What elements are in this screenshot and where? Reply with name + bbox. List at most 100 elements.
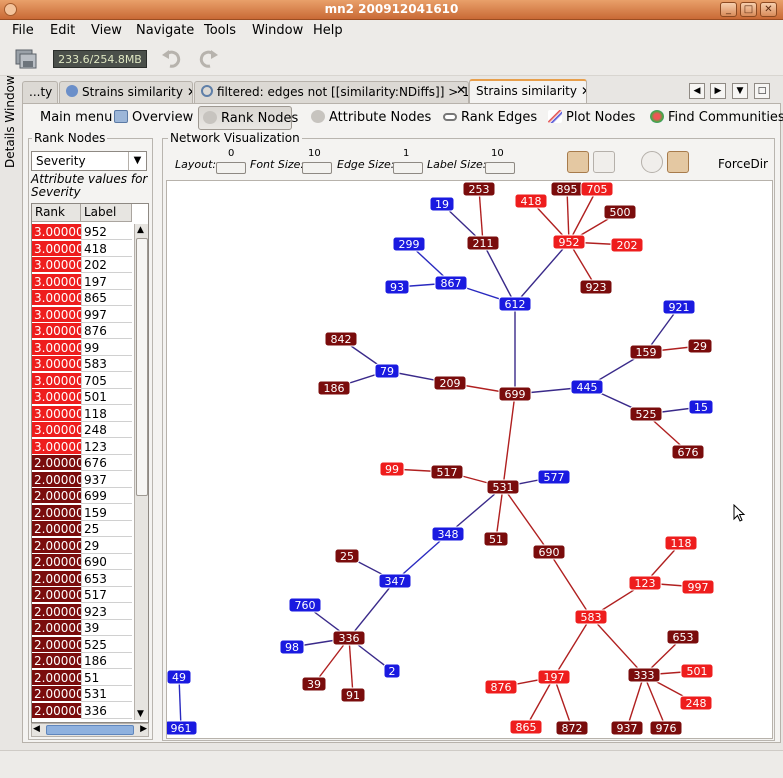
scroll-up-icon[interactable]: ▲ [137, 225, 144, 235]
table-row[interactable]: 3.00000 197 [32, 273, 132, 291]
node-895[interactable]: 895 [550, 181, 584, 197]
node-51[interactable]: 51 [483, 531, 509, 547]
edge-197-872[interactable] [553, 676, 573, 729]
menu-navigate[interactable]: Navigate [136, 23, 194, 38]
play-icon[interactable] [641, 151, 663, 173]
edge-size-slider[interactable] [393, 162, 423, 174]
table-row[interactable]: 3.00000 118 [32, 405, 132, 423]
node-299[interactable]: 299 [392, 236, 426, 252]
close-tab-icon[interactable]: ✕ [187, 85, 192, 99]
font-size-slider[interactable] [302, 162, 332, 174]
node-525[interactable]: 525 [629, 406, 663, 422]
table-row[interactable]: 2.00000 51 [32, 669, 132, 687]
node-253[interactable]: 253 [462, 181, 496, 197]
node-123[interactable]: 123 [628, 575, 662, 591]
node-952[interactable]: 952 [552, 234, 586, 250]
edge-531-51[interactable] [495, 486, 504, 540]
tabs-scroll-right-button[interactable]: ▶ [710, 83, 726, 99]
alt-view-mode-button[interactable] [593, 151, 615, 173]
scroll-left-icon[interactable]: ◀ [33, 724, 40, 734]
node-197[interactable]: 197 [537, 669, 571, 685]
table-row[interactable]: 3.00000 418 [32, 240, 132, 258]
table-row[interactable]: 3.00000 952 [32, 224, 132, 241]
table-row[interactable]: 3.00000 583 [32, 356, 132, 373]
node-921[interactable]: 921 [662, 299, 696, 315]
node-2[interactable]: 2 [383, 663, 401, 679]
table-row[interactable]: 2.00000 336 [32, 702, 132, 720]
edge-91-336[interactable] [348, 637, 354, 696]
node-347[interactable]: 347 [378, 573, 412, 589]
edge-895-952[interactable] [566, 188, 570, 243]
memory-indicator[interactable]: 233.6/254.8MB [53, 50, 147, 68]
details-window-tab[interactable]: Details Window [0, 75, 22, 180]
menu-help[interactable]: Help [313, 23, 343, 38]
node-865[interactable]: 865 [509, 719, 543, 735]
node-676[interactable]: 676 [671, 444, 705, 460]
node-577[interactable]: 577 [537, 469, 571, 485]
table-row[interactable]: 3.00000 865 [32, 290, 132, 307]
tab-maximize-button[interactable]: □ [754, 83, 770, 99]
table-row[interactable]: 2.00000 531 [32, 686, 132, 703]
table-row[interactable]: 2.00000 525 [32, 636, 132, 654]
tab-ty[interactable]: ...ty [22, 81, 58, 103]
column-header-rank[interactable]: Rank [32, 204, 81, 222]
rank-nodes-button[interactable]: Rank Nodes [198, 106, 298, 130]
node-186[interactable]: 186 [317, 380, 351, 396]
rank-edges-button[interactable]: Rank Edges [439, 106, 541, 130]
table-row[interactable]: 2.00000 159 [32, 504, 132, 522]
node-876[interactable]: 876 [484, 679, 518, 695]
attribute-nodes-button[interactable]: Attribute Nodes [307, 106, 435, 130]
network-graph[interactable]: 253 895 70519 418500211 952 20229986793 923612… [164, 181, 774, 740]
node-19[interactable]: 19 [429, 196, 455, 212]
close-tab-icon[interactable]: ✕ [581, 84, 586, 98]
edge-690-583[interactable] [548, 551, 592, 618]
edge-333-976[interactable] [643, 674, 667, 729]
rank-table[interactable]: Rank Label 3.00000 952 3.00000 418 3.00000 20… [31, 203, 149, 723]
node-348[interactable]: 348 [431, 526, 465, 542]
tabs-dropdown-button[interactable]: ▼ [732, 83, 748, 99]
scroll-right-icon[interactable]: ▶ [140, 724, 147, 734]
edge-49-961[interactable] [178, 676, 182, 729]
label-size-slider[interactable] [485, 162, 515, 174]
tabs-scroll-left-button[interactable]: ◀ [689, 83, 705, 99]
node-583[interactable]: 583 [574, 609, 608, 625]
table-row[interactable]: 3.00000 501 [32, 389, 132, 406]
table-row[interactable]: 3.00000 876 [32, 323, 132, 340]
main-menu-button[interactable]: Main menu [36, 106, 116, 130]
tab-strains-similarity-active[interactable]: Strains similarity ✕ [469, 79, 587, 103]
scroll-down-icon[interactable]: ▼ [137, 709, 144, 719]
node-517[interactable]: 517 [430, 464, 464, 480]
export-image-icon[interactable] [522, 151, 544, 173]
table-row[interactable]: 2.00000 676 [32, 455, 132, 472]
edge-333-937[interactable] [626, 674, 645, 729]
save-all-icon[interactable] [14, 48, 38, 70]
network-canvas[interactable]: 253 895 705 19 418 500 211 952 202 299 867 93 923 612… [164, 180, 774, 740]
node-25[interactable]: 25 [334, 548, 360, 564]
node-653[interactable]: 653 [666, 629, 700, 645]
node-690[interactable]: 690 [532, 544, 566, 560]
node-872[interactable]: 872 [555, 720, 589, 736]
node-15[interactable]: 15 [688, 399, 714, 415]
node-248[interactable]: 248 [679, 695, 713, 711]
node-418[interactable]: 418 [514, 193, 548, 209]
node-842[interactable]: 842 [324, 331, 358, 347]
table-row[interactable]: 3.00000 248 [32, 422, 132, 439]
node-699[interactable]: 699 [498, 386, 532, 402]
node-333[interactable]: 333 [627, 667, 661, 683]
layout-slider[interactable] [216, 162, 246, 174]
node-501[interactable]: 501 [680, 663, 714, 679]
table-row[interactable]: 3.00000 99 [32, 339, 132, 357]
node-705[interactable]: 705 [580, 181, 614, 197]
table-row[interactable]: 2.00000 29 [32, 537, 132, 555]
node-760[interactable]: 760 [288, 597, 322, 613]
table-row[interactable]: 2.00000 923 [32, 603, 132, 621]
menu-window[interactable]: Window [252, 23, 303, 38]
node-612[interactable]: 612 [498, 296, 532, 312]
node-923[interactable]: 923 [579, 279, 613, 295]
table-row[interactable]: 3.00000 202 [32, 257, 132, 274]
table-row[interactable]: 2.00000 937 [32, 471, 132, 489]
find-communities-button[interactable]: Find Communities [646, 106, 783, 130]
node-976[interactable]: 976 [649, 720, 683, 736]
tab-strains-similarity-1[interactable]: Strains similarity ✕ [59, 81, 193, 103]
node-211[interactable]: 211 [466, 235, 500, 251]
